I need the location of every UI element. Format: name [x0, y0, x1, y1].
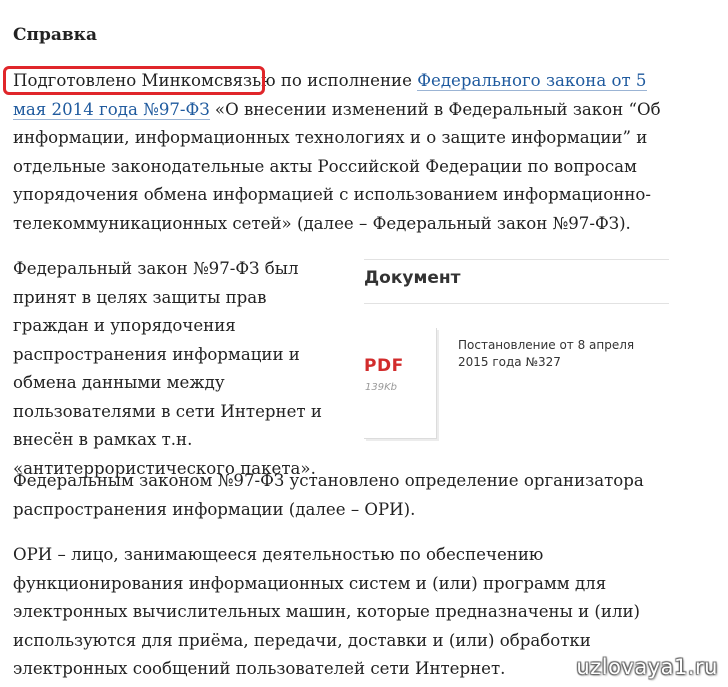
pdf-file-size: 139Kb — [365, 382, 397, 393]
document-description[interactable]: Постановление от 8 апреля 2015 года №327 — [458, 337, 668, 371]
paragraph-purpose: Федеральный закон №97-ФЗ был принят в це… — [13, 259, 322, 478]
pdf-download-icon[interactable]: PDF 139Kb — [364, 328, 437, 439]
document-divider — [364, 303, 669, 304]
paragraph-ori: ОРИ – лицо, занимающееся деятельностью п… — [13, 545, 641, 678]
paragraph-intro: Подготовлено Минкомсвязью по исполнение … — [13, 67, 663, 238]
pdf-type-label: PDF — [364, 356, 404, 376]
section-heading: Справка — [13, 25, 97, 45]
site-watermark: uzlovaya1.ru — [576, 655, 718, 679]
document-top-divider — [364, 259, 669, 260]
document-box-title: Документ — [364, 268, 461, 288]
paragraph-definition: Федеральным законом №97-ФЗ установлено о… — [13, 471, 644, 519]
intro-text-start: Подготовлено Минкомсвязью по исполнение — [13, 71, 418, 90]
